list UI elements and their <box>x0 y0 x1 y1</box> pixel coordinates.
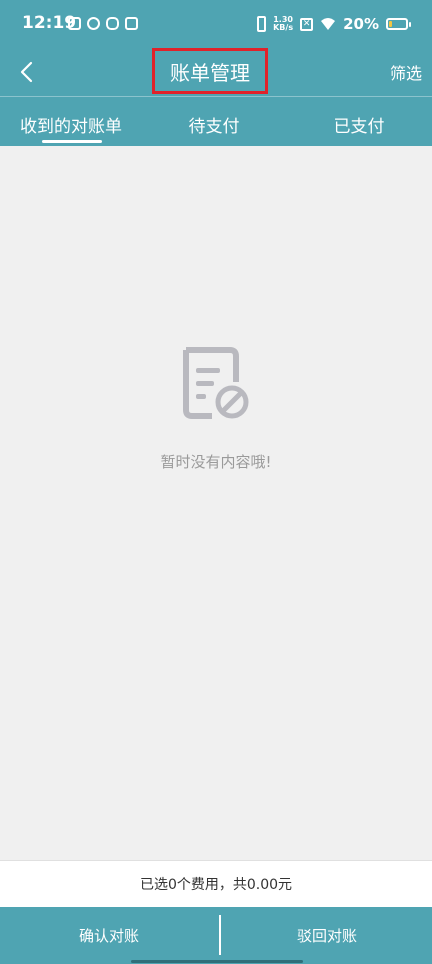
mail-icon <box>106 17 119 30</box>
content-area: 暂时没有内容哦! <box>0 146 432 860</box>
gallery-icon <box>68 17 81 30</box>
cloud-icon <box>87 17 100 30</box>
no-sim-icon: ✕ <box>300 17 314 31</box>
net-speed: 1.30 KB/s <box>273 16 293 32</box>
filter-button[interactable]: 筛选 <box>390 60 422 84</box>
page-title: 账单管理 <box>170 60 250 85</box>
tab-bar: 收到的对账单 待支付 已支付 <box>0 96 432 146</box>
notification-icons <box>68 17 138 30</box>
net-speed-unit: KB/s <box>273 23 294 32</box>
status-bar: 12:19 1.30 KB/s ✕ 20% <box>0 0 432 48</box>
nav-bar: 账单管理 筛选 <box>0 48 432 96</box>
action-bar: 确认对账 驳回对账 <box>0 907 432 964</box>
vibrate-icon <box>257 16 267 32</box>
tab-paid[interactable]: 已支付 <box>286 112 432 137</box>
page-title-highlight: 账单管理 <box>152 48 268 94</box>
battery-fill <box>389 21 393 27</box>
empty-state-message: 暂时没有内容哦! <box>160 453 272 471</box>
wifi-icon <box>321 18 336 30</box>
tab-pending-payment[interactable]: 待支付 <box>142 112 286 137</box>
reject-reconciliation-button[interactable]: 驳回对账 <box>222 907 432 964</box>
system-icons: 1.30 KB/s ✕ 20% <box>257 15 411 33</box>
tab-received-statements[interactable]: 收到的对账单 <box>0 112 142 137</box>
calendar-icon <box>125 17 138 30</box>
empty-document-icon <box>183 347 249 419</box>
home-indicator[interactable] <box>131 960 303 963</box>
active-tab-indicator <box>42 140 102 143</box>
battery-percent: 20% <box>343 15 379 33</box>
battery-tip <box>409 22 411 27</box>
action-divider <box>219 915 221 955</box>
battery-icon <box>386 18 411 30</box>
chevron-left-icon[interactable] <box>14 58 42 86</box>
selection-summary: 已选0个费用，共0.00元 <box>0 860 432 907</box>
confirm-reconciliation-button[interactable]: 确认对账 <box>0 907 218 964</box>
